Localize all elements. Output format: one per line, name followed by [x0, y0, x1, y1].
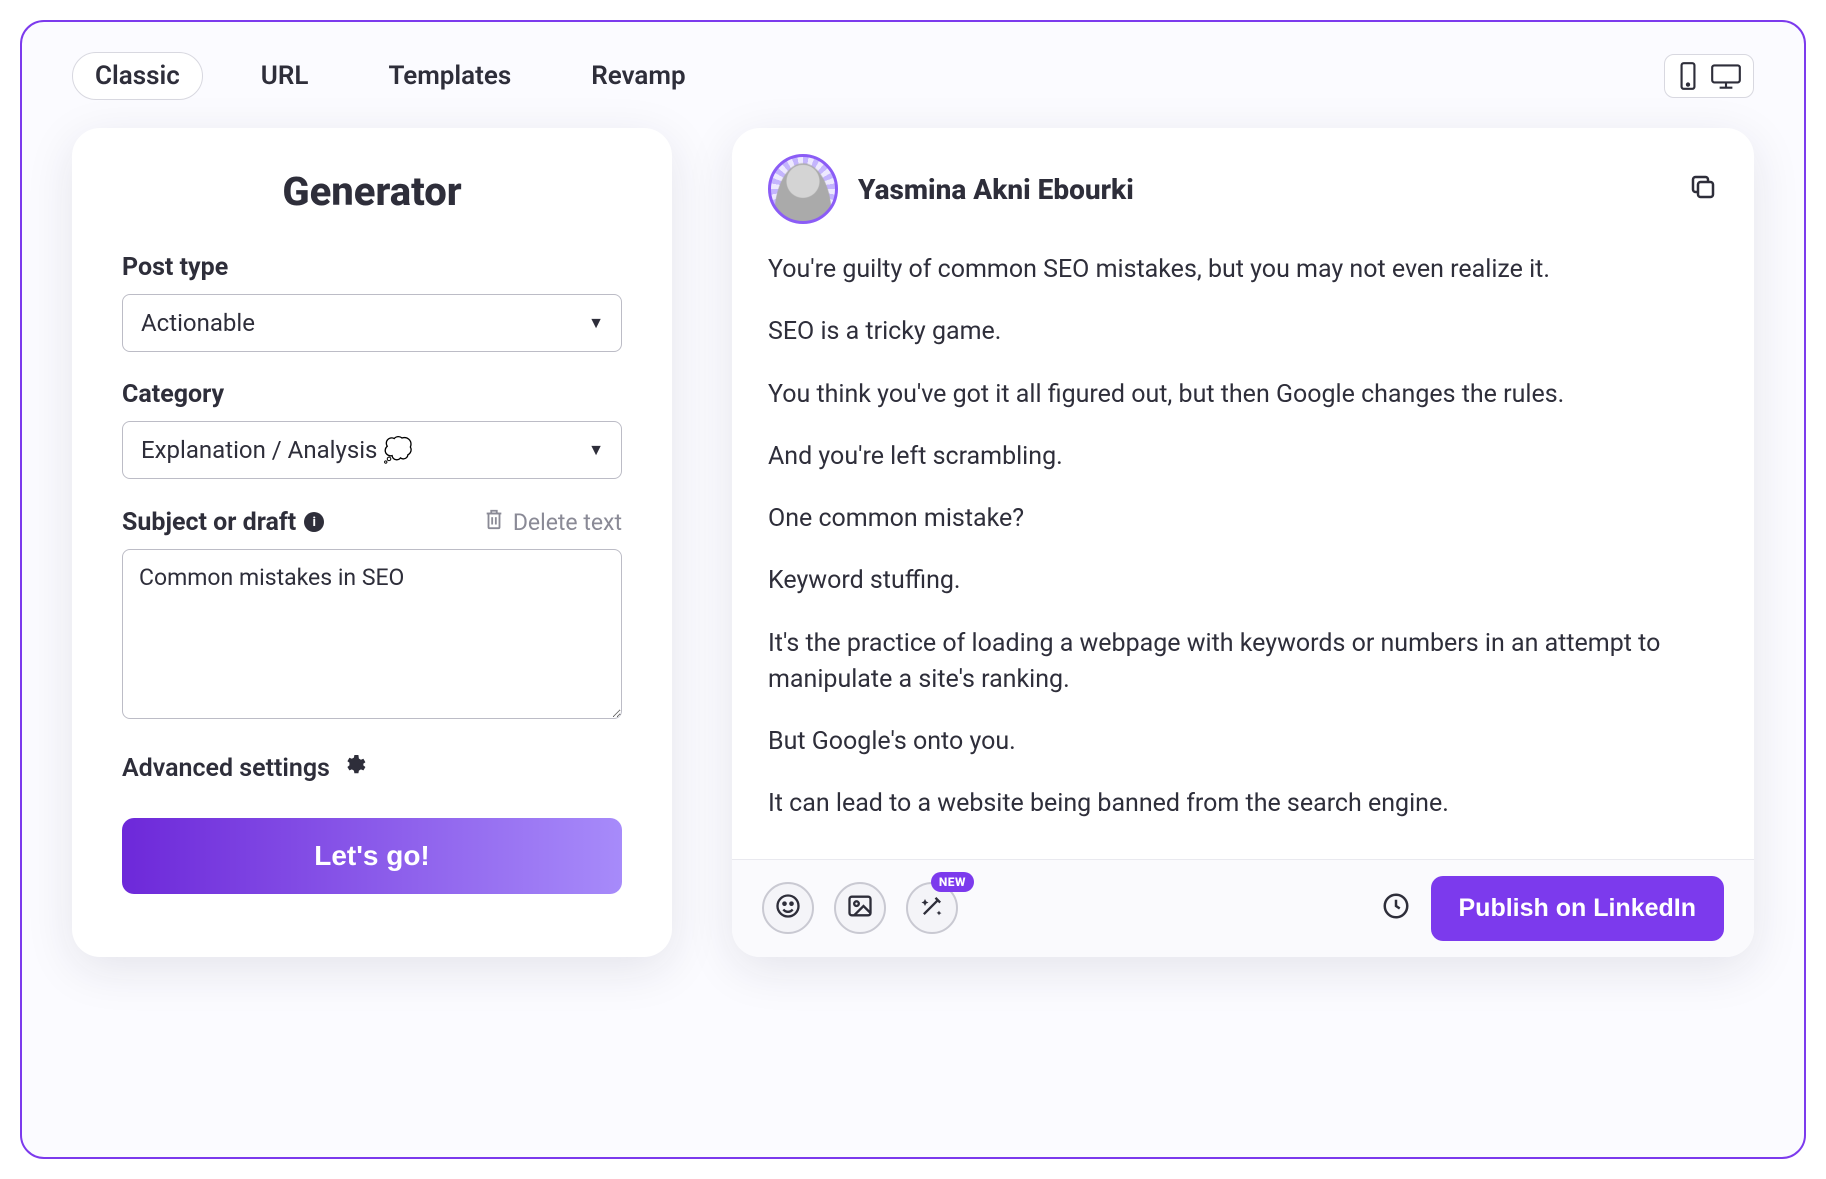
subject-textarea[interactable] [122, 549, 622, 719]
subject-label-wrap: Subject or draft i [122, 508, 324, 537]
trash-icon [483, 507, 505, 537]
main-row: Generator Post type Actionable ▼ Categor… [72, 128, 1754, 957]
post-paragraph: Keyword stuffing. [768, 563, 1718, 599]
tab-url[interactable]: URL [239, 53, 331, 99]
gear-icon [342, 753, 366, 784]
emoji-icon [774, 892, 802, 924]
post-paragraph: And you're left scrambling. [768, 439, 1718, 475]
post-footer: NEW Publish on LinkedIn [732, 859, 1754, 957]
magic-wand-icon [918, 892, 946, 924]
avatar [768, 154, 838, 224]
post-type-label: Post type [122, 253, 622, 282]
tab-revamp[interactable]: Revamp [569, 53, 707, 99]
new-badge: NEW [931, 872, 974, 892]
post-paragraph: You're guilty of common SEO mistakes, bu… [768, 252, 1718, 288]
desktop-preview-icon[interactable] [1709, 61, 1743, 91]
generator-panel: Generator Post type Actionable ▼ Categor… [72, 128, 672, 957]
post-paragraph: You think you've got it all figured out,… [768, 377, 1718, 413]
advanced-settings-toggle[interactable]: Advanced settings [122, 753, 622, 784]
post-paragraph: SEO is a tricky game. [768, 314, 1718, 350]
mode-tabs: Classic URL Templates Revamp [72, 52, 708, 100]
magic-button[interactable]: NEW [906, 882, 958, 934]
image-icon [846, 892, 874, 924]
delete-text-label: Delete text [513, 509, 622, 536]
tab-templates[interactable]: Templates [366, 53, 533, 99]
category-label: Category [122, 380, 622, 409]
post-header: Yasmina Akni Ebourki [732, 128, 1754, 234]
post-paragraph: But Google's onto you. [768, 724, 1718, 760]
schedule-icon[interactable] [1381, 891, 1411, 925]
delete-text-button[interactable]: Delete text [483, 507, 622, 537]
generator-title: Generator [122, 168, 622, 215]
preview-panel: Yasmina Akni Ebourki You're guilty of co… [732, 128, 1754, 957]
category-select-wrap: Explanation / Analysis 💭 ▼ [122, 421, 622, 479]
mobile-preview-icon[interactable] [1675, 61, 1701, 91]
post-type-select-wrap: Actionable ▼ [122, 294, 622, 352]
top-bar: Classic URL Templates Revamp [72, 52, 1754, 100]
author-name: Yasmina Akni Ebourki [858, 173, 1668, 206]
advanced-settings-label: Advanced settings [122, 754, 330, 783]
post-paragraph: It can lead to a website being banned fr… [768, 786, 1718, 822]
info-icon[interactable]: i [304, 512, 324, 532]
emoji-button[interactable] [762, 882, 814, 934]
post-type-select[interactable]: Actionable [122, 294, 622, 352]
generate-button[interactable]: Let's go! [122, 818, 622, 894]
post-paragraph: One common mistake? [768, 501, 1718, 537]
subject-row: Subject or draft i Delete text [122, 507, 622, 537]
device-toggle [1664, 54, 1754, 98]
post-body: You're guilty of common SEO mistakes, bu… [732, 234, 1754, 859]
category-select[interactable]: Explanation / Analysis 💭 [122, 421, 622, 479]
app-frame: Classic URL Templates Revamp Generator P… [20, 20, 1806, 1159]
publish-button[interactable]: Publish on LinkedIn [1431, 876, 1725, 941]
image-button[interactable] [834, 882, 886, 934]
copy-icon[interactable] [1688, 172, 1718, 206]
tab-classic[interactable]: Classic [72, 52, 203, 100]
subject-label: Subject or draft [122, 508, 296, 537]
post-paragraph: It's the practice of loading a webpage w… [768, 626, 1718, 699]
